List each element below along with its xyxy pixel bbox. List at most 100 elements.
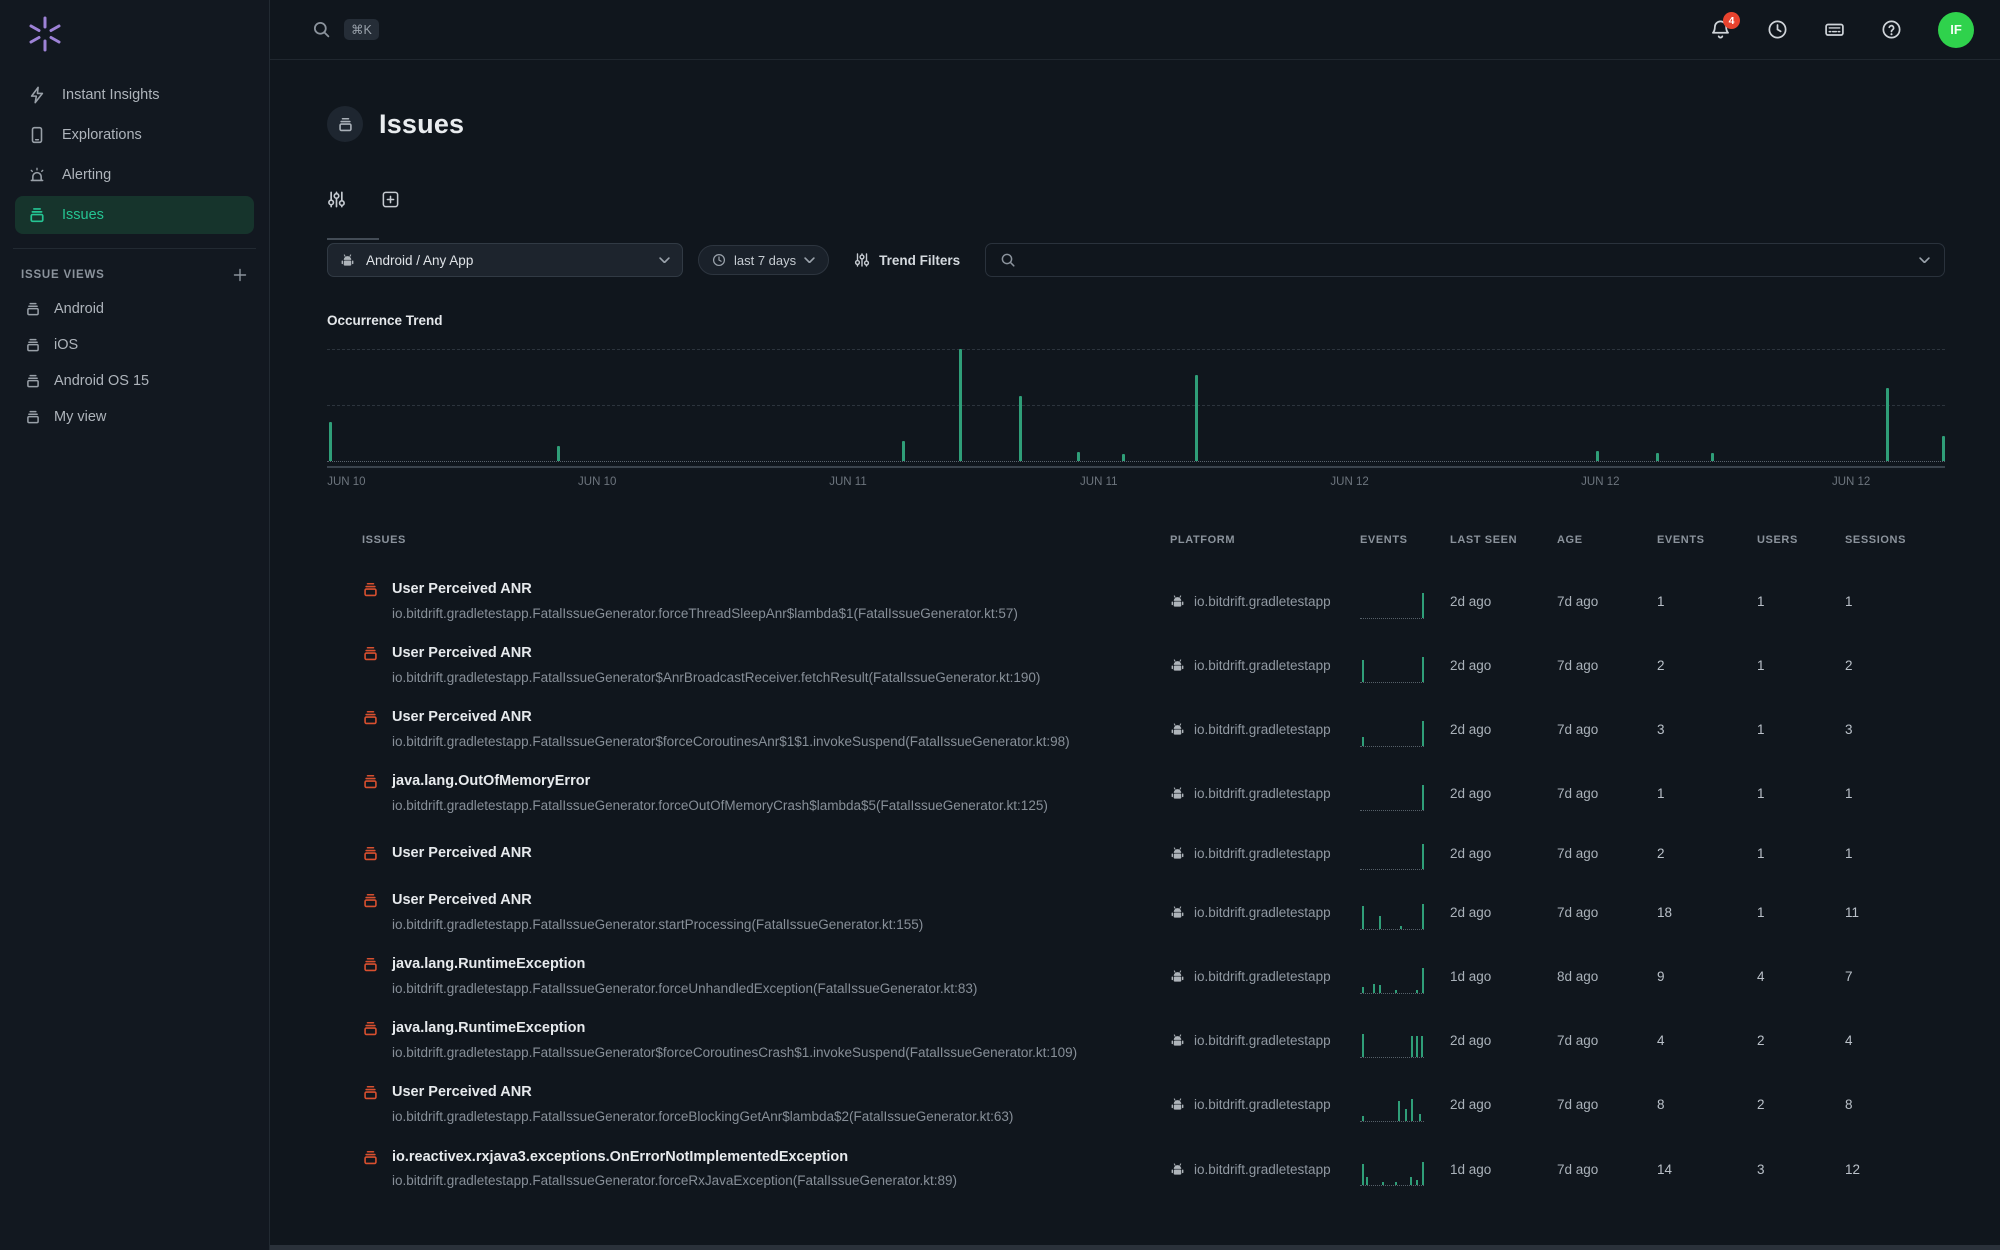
table-row[interactable]: User Perceived ANR io.bitdrift.gradletes…: [362, 881, 1945, 945]
col-header-last-seen: LAST SEEN: [1450, 534, 1557, 546]
platform-package: io.bitdrift.gradletestapp: [1194, 722, 1331, 737]
platform-package: io.bitdrift.gradletestapp: [1194, 658, 1331, 673]
sidebar-item-issues[interactable]: Issues: [15, 196, 254, 234]
issue-title: java.lang.RuntimeException: [392, 955, 585, 974]
sidebar-item-instant-insights[interactable]: Instant Insights: [15, 76, 254, 114]
brand-logo-icon[interactable]: [25, 14, 65, 54]
keyboard-button[interactable]: [1824, 19, 1845, 40]
events-count: 1: [1657, 786, 1757, 801]
app-root: Instant Insights Explorations Alerting I…: [0, 0, 2000, 1250]
users-count: 1: [1757, 786, 1845, 801]
search-icon: [312, 20, 331, 39]
table-row[interactable]: java.lang.RuntimeException io.bitdrift.g…: [362, 945, 1945, 1009]
chart-x-axis-line: [327, 466, 1945, 468]
add-view-button[interactable]: [232, 267, 248, 283]
android-icon: [1170, 1162, 1185, 1177]
events-sparkline: [1360, 960, 1424, 994]
last-seen-value: 1d ago: [1450, 1162, 1557, 1177]
issue-search-input[interactable]: [985, 243, 1945, 277]
sidebar-item-label: Issues: [62, 207, 104, 223]
age-value: 7d ago: [1557, 594, 1657, 609]
view-item-label: Android: [54, 301, 104, 317]
issue-location: io.bitdrift.gradletestapp.FatalIssueGene…: [392, 797, 1150, 815]
search-icon: [1000, 252, 1016, 268]
sidebar-view-my-view[interactable]: My view: [15, 399, 254, 435]
users-count: 4: [1757, 969, 1845, 984]
android-icon: [340, 253, 355, 268]
help-button[interactable]: [1881, 19, 1902, 40]
issue-location: io.bitdrift.gradletestapp.FatalIssueGene…: [392, 980, 1150, 998]
time-range-dropdown[interactable]: last 7 days: [698, 245, 829, 275]
sessions-count: 1: [1845, 846, 1945, 861]
chevron-down-icon[interactable]: [1919, 257, 1930, 264]
users-count: 2: [1757, 1033, 1845, 1048]
notifications-button[interactable]: 4: [1710, 19, 1731, 40]
android-icon: [1170, 969, 1185, 984]
android-icon: [1170, 1033, 1185, 1048]
sidebar-item-explorations[interactable]: Explorations: [15, 116, 254, 154]
sessions-count: 2: [1845, 658, 1945, 673]
table-row[interactable]: User Perceived ANR io.bitdrift.gradletes…: [362, 826, 1945, 881]
archive-box-icon: [25, 409, 41, 425]
app-selector-dropdown[interactable]: Android / Any App: [327, 243, 683, 277]
events-sparkline: [1360, 713, 1424, 747]
table-row[interactable]: User Perceived ANR io.bitdrift.gradletes…: [362, 570, 1945, 634]
users-count: 1: [1757, 594, 1845, 609]
issue-title: User Perceived ANR: [392, 1083, 532, 1102]
table-row[interactable]: java.lang.RuntimeException io.bitdrift.g…: [362, 1009, 1945, 1073]
chevron-down-icon: [804, 257, 815, 264]
issue-views-heading: ISSUE VIEWS: [21, 269, 105, 281]
sidebar-view-android-os-15[interactable]: Android OS 15: [15, 363, 254, 399]
global-search-button[interactable]: ⌘K: [312, 19, 379, 40]
age-value: 7d ago: [1557, 1162, 1657, 1177]
chart-x-axis: JUN 10JUN 10JUN 11JUN 11JUN 12JUN 12JUN …: [327, 476, 1945, 494]
table-row[interactable]: User Perceived ANR io.bitdrift.gradletes…: [362, 1073, 1945, 1137]
col-header-platform: PLATFORM: [1170, 534, 1360, 546]
col-header-users: USERS: [1757, 534, 1845, 546]
trend-filters-button[interactable]: Trend Filters: [844, 245, 970, 275]
issue-box-icon: [362, 845, 379, 862]
horizontal-scrollbar[interactable]: [270, 1245, 2000, 1250]
last-seen-value: 2d ago: [1450, 846, 1557, 861]
android-icon: [1170, 1097, 1185, 1112]
sessions-count: 8: [1845, 1097, 1945, 1112]
events-sparkline: [1360, 1088, 1424, 1122]
events-count: 9: [1657, 969, 1757, 984]
last-seen-value: 2d ago: [1450, 658, 1557, 673]
table-row[interactable]: User Perceived ANR io.bitdrift.gradletes…: [362, 698, 1945, 762]
age-value: 8d ago: [1557, 969, 1657, 984]
last-seen-value: 2d ago: [1450, 786, 1557, 801]
platform-package: io.bitdrift.gradletestapp: [1194, 969, 1331, 984]
lightning-icon: [28, 86, 46, 104]
age-value: 7d ago: [1557, 786, 1657, 801]
avatar[interactable]: IF: [1938, 12, 1974, 48]
sidebar-item-alerting[interactable]: Alerting: [15, 156, 254, 194]
table-row[interactable]: io.reactivex.rxjava3.exceptions.OnErrorN…: [362, 1138, 1945, 1202]
issue-box-icon: [362, 892, 379, 909]
platform-package: io.bitdrift.gradletestapp: [1194, 1097, 1331, 1112]
events-count: 1: [1657, 594, 1757, 609]
table-row[interactable]: java.lang.OutOfMemoryError io.bitdrift.g…: [362, 762, 1945, 826]
filters-tab-button[interactable]: [327, 184, 369, 214]
sessions-count: 1: [1845, 594, 1945, 609]
sidebar-view-ios[interactable]: iOS: [15, 327, 254, 363]
sidebar: Instant Insights Explorations Alerting I…: [0, 0, 270, 1250]
issue-location: io.bitdrift.gradletestapp.FatalIssueGene…: [392, 1044, 1150, 1062]
main-area: ⌘K 4 IF: [270, 0, 2000, 1250]
app-selector-value: Android / Any App: [366, 253, 473, 268]
issue-box-icon: [362, 645, 379, 662]
issue-box-icon: [362, 1149, 379, 1166]
users-count: 3: [1757, 1162, 1845, 1177]
table-row[interactable]: User Perceived ANR io.bitdrift.gradletes…: [362, 634, 1945, 698]
users-count: 2: [1757, 1097, 1845, 1112]
sidebar-item-label: Instant Insights: [62, 87, 160, 103]
history-clock-button[interactable]: [1767, 19, 1788, 40]
android-icon: [1170, 786, 1185, 801]
active-tab-indicator: [327, 238, 379, 240]
trend-filters-label: Trend Filters: [879, 253, 960, 268]
users-count: 1: [1757, 905, 1845, 920]
sessions-count: 12: [1845, 1162, 1945, 1177]
sidebar-view-android[interactable]: Android: [15, 291, 254, 327]
add-panel-button[interactable]: [381, 184, 423, 214]
events-sparkline: [1360, 777, 1424, 811]
